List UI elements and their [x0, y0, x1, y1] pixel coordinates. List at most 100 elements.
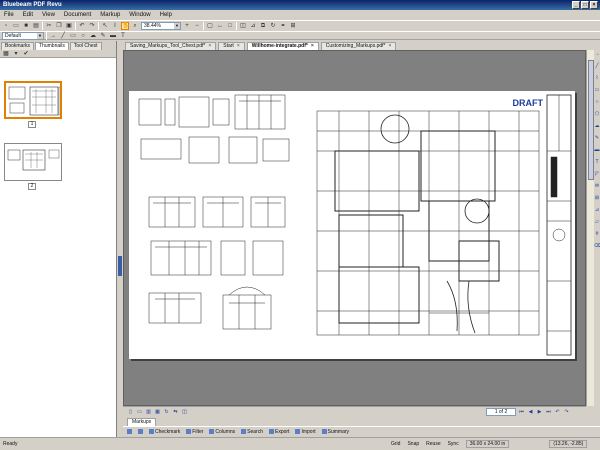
filter-button[interactable]: Filter [186, 428, 203, 436]
new-file-icon[interactable]: ▫ [2, 22, 10, 30]
highlight-icon[interactable]: ▬ [109, 32, 117, 40]
sync-toggle[interactable]: Sync [448, 441, 459, 447]
fit-page-icon[interactable]: ▢ [206, 22, 214, 30]
stamp-icon[interactable]: ⊞ [289, 22, 297, 30]
rectangle-tool-icon[interactable]: ▭ [594, 87, 600, 94]
measure-icon[interactable]: ⊿ [249, 22, 257, 30]
pan-hand-icon[interactable]: ✋ [121, 22, 129, 30]
tab-thumbnails[interactable]: Thumbnails [35, 42, 69, 50]
tab-document[interactable]: Saving_Markups_Tool_Chest.pdf* × [125, 42, 217, 50]
paste-icon[interactable]: ▣ [65, 22, 73, 30]
columns-button[interactable]: Columns [209, 428, 235, 436]
page-indicator[interactable]: 1 of 2 [486, 408, 516, 416]
import-button[interactable]: Import [295, 428, 316, 436]
zoom-in-icon[interactable]: + [183, 22, 191, 30]
ellipse-tool-icon[interactable]: ○ [594, 99, 600, 106]
check-icon[interactable]: ✔ [22, 50, 30, 58]
pointer-icon[interactable]: ↖ [101, 22, 109, 30]
close-button[interactable]: × [590, 1, 598, 9]
menu-view[interactable]: View [42, 12, 55, 18]
line-icon[interactable]: ╱ [59, 32, 67, 40]
continuous-icon[interactable]: ▭ [136, 409, 143, 416]
print-icon[interactable]: ▤ [32, 22, 40, 30]
snapshot-icon[interactable]: ◫ [239, 22, 247, 30]
ellipse-icon[interactable]: ○ [79, 32, 87, 40]
previous-page-icon[interactable]: ◀ [527, 409, 534, 416]
eraser-tool-icon[interactable]: ⌫ [594, 243, 600, 250]
redo-icon[interactable]: ↷ [88, 22, 96, 30]
pen-icon[interactable]: ✎ [99, 32, 107, 40]
polygon-tool-icon[interactable]: ⬠ [594, 111, 600, 118]
markup-list-icon[interactable] [127, 429, 132, 434]
page-thumbnail-2[interactable] [4, 143, 62, 181]
tab-document[interactable]: Customizing_Markups.pdf* × [320, 42, 397, 50]
copy-icon[interactable]: ❐ [55, 22, 63, 30]
close-icon[interactable]: × [208, 43, 211, 50]
pdf-page[interactable]: DRAFT [129, 91, 575, 359]
zoom-combo[interactable]: 38.44% ▼ [141, 22, 181, 30]
close-icon[interactable]: × [311, 43, 314, 50]
two-page-icon[interactable]: ▥ [145, 409, 152, 416]
menu-help[interactable]: Help [160, 12, 172, 18]
first-page-icon[interactable]: ⏮ [518, 409, 525, 416]
count-tool-icon[interactable]: # [594, 231, 600, 238]
menu-window[interactable]: Window [129, 12, 150, 18]
note-tool-icon[interactable]: ✉ [594, 183, 600, 190]
arrow-icon[interactable]: → [49, 32, 57, 40]
close-icon[interactable]: × [388, 43, 391, 50]
callout-tool-icon[interactable]: ◸ [594, 171, 600, 178]
arrow-tool-icon[interactable]: → [594, 51, 600, 58]
text-tool-icon[interactable]: T [594, 159, 600, 166]
split-view-icon[interactable]: ◫ [181, 409, 188, 416]
cut-icon[interactable]: ✂ [45, 22, 53, 30]
profile-combo[interactable]: Default ▼ [2, 31, 44, 40]
tab-document[interactable]: Start × [218, 42, 245, 50]
rotate-icon[interactable]: ↻ [269, 22, 277, 30]
zoom-out-icon[interactable]: − [193, 22, 201, 30]
fit-width-icon[interactable]: ↔ [216, 22, 224, 30]
two-page-continuous-icon[interactable]: ▦ [154, 409, 161, 416]
thumbnail-size-icon[interactable]: ▦ [2, 50, 10, 58]
next-view-icon[interactable]: ↷ [563, 409, 570, 416]
minimize-button[interactable]: _ [572, 1, 580, 9]
measure-tool-icon[interactable]: ⊿ [594, 207, 600, 214]
close-icon[interactable]: × [237, 43, 240, 50]
cloud-tool-icon[interactable]: ☁ [594, 123, 600, 130]
tab-markups[interactable]: Markups [127, 418, 157, 426]
reuse-toggle[interactable]: Reuse [426, 441, 440, 447]
highlight-tool-icon[interactable]: ▬ [594, 147, 600, 154]
text-select-icon[interactable]: I [111, 22, 119, 30]
cloud-icon[interactable]: ☁ [89, 32, 97, 40]
compare-icon[interactable]: ⧉ [259, 22, 267, 30]
menu-document[interactable]: Document [64, 12, 91, 18]
checkmark-button[interactable]: Checkmark [149, 428, 180, 436]
menu-edit[interactable]: Edit [23, 12, 33, 18]
zoom-icon[interactable]: ⌕ [131, 22, 139, 30]
undo-icon[interactable]: ↶ [78, 22, 86, 30]
actual-size-icon[interactable]: □ [226, 22, 234, 30]
polyline-tool-icon[interactable]: ⌇ [594, 75, 600, 82]
rotate-view-icon[interactable]: ↻ [163, 409, 170, 416]
hyperlink-icon[interactable]: ⚭ [279, 22, 287, 30]
rectangle-icon[interactable]: ▭ [69, 32, 77, 40]
open-folder-icon[interactable]: ▭ [12, 22, 20, 30]
page-thumbnail-1[interactable] [4, 81, 62, 119]
menu-file[interactable]: File [4, 12, 14, 18]
export-button[interactable]: Export [269, 428, 289, 436]
previous-view-icon[interactable]: ↶ [554, 409, 561, 416]
collapse-handle[interactable] [118, 256, 122, 276]
save-icon[interactable]: ■ [22, 22, 30, 30]
stamp-tool-icon[interactable]: ⊞ [594, 195, 600, 202]
area-tool-icon[interactable]: ▱ [594, 219, 600, 226]
tab-document-active[interactable]: Willhome-integrate.pdf* × [246, 42, 319, 50]
sync-view-icon[interactable]: ⇆ [172, 409, 179, 416]
maximize-button[interactable]: □ [581, 1, 589, 9]
last-page-icon[interactable]: ⏭ [545, 409, 552, 416]
menu-markup[interactable]: Markup [100, 12, 120, 18]
text-box-icon[interactable]: T [119, 32, 127, 40]
summary-button[interactable]: Summary [321, 428, 349, 436]
markup-toggle-icon[interactable] [138, 429, 143, 434]
thumbnail-options-icon[interactable]: ▾ [12, 50, 20, 58]
next-page-icon[interactable]: ▶ [536, 409, 543, 416]
document-viewer[interactable]: DRAFT [123, 50, 586, 406]
